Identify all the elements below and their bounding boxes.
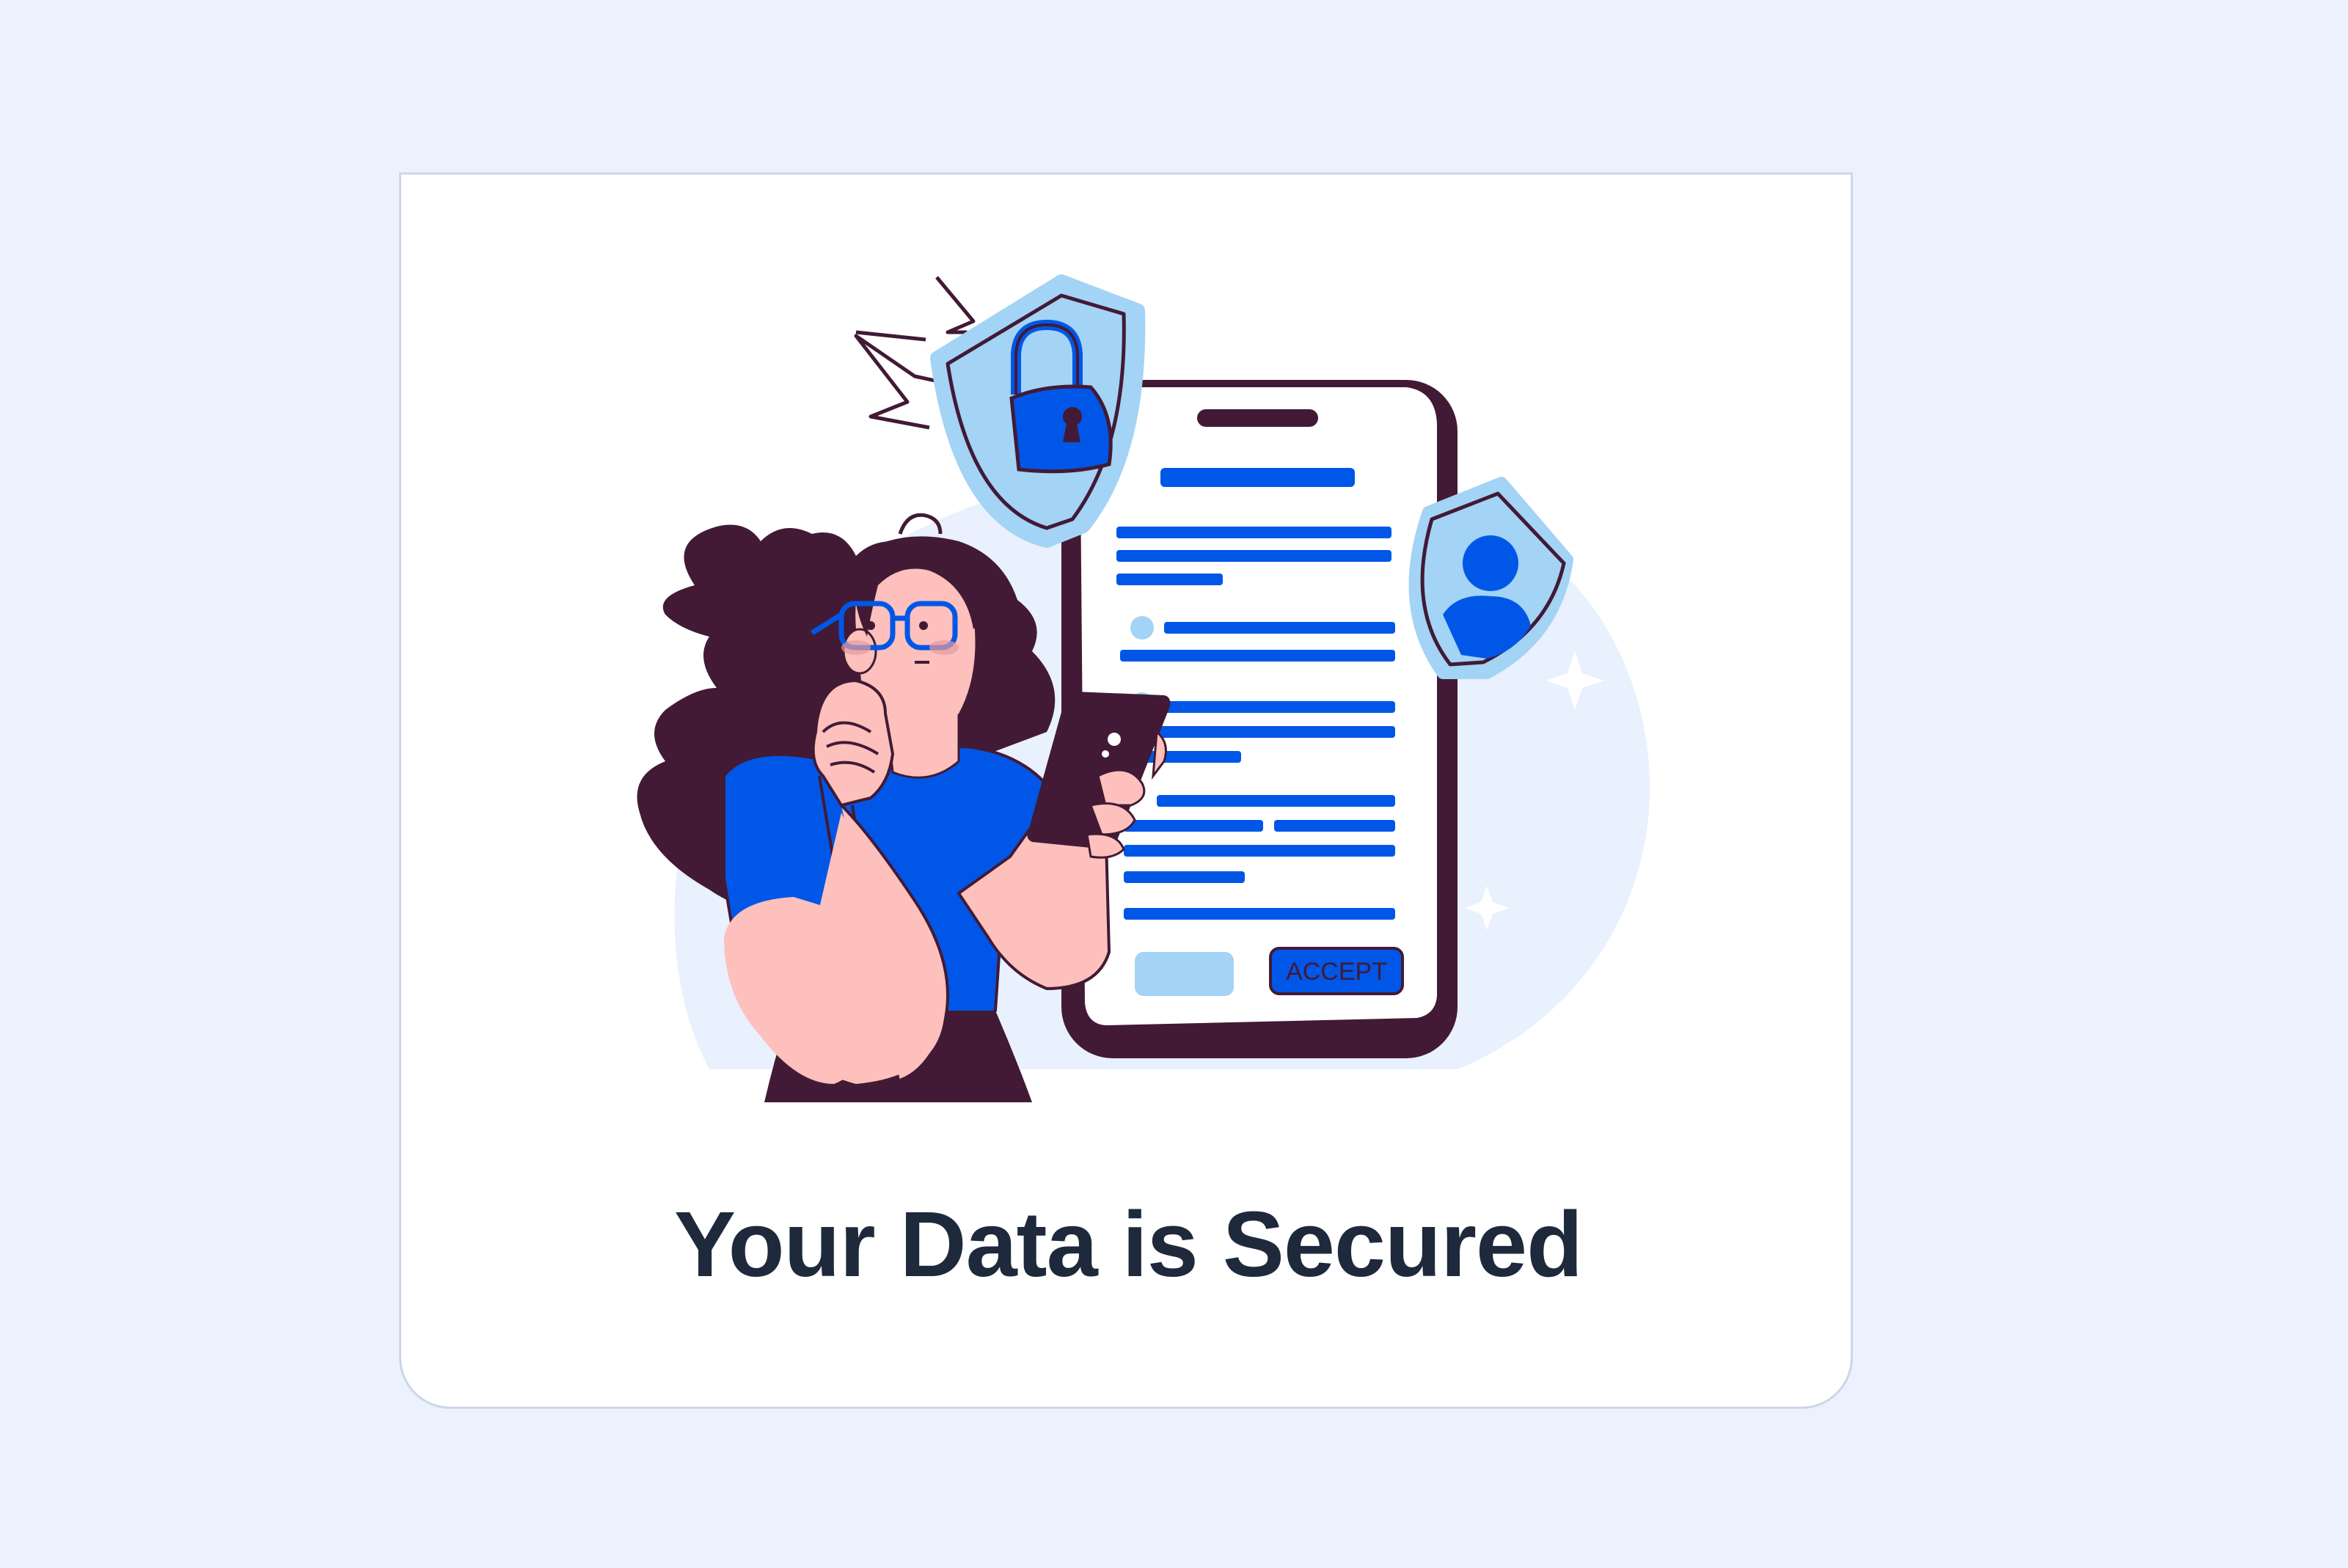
svg-text:ACCEPT: ACCEPT bbox=[1286, 958, 1387, 986]
accept-button[interactable]: ACCEPT bbox=[1269, 947, 1404, 995]
security-card: ACCEPT Your Data is Secured bbox=[399, 172, 1853, 1409]
card-title: Your Data is Secured bbox=[673, 1193, 1583, 1296]
data-security-illustration: ACCEPT bbox=[637, 274, 1650, 1102]
